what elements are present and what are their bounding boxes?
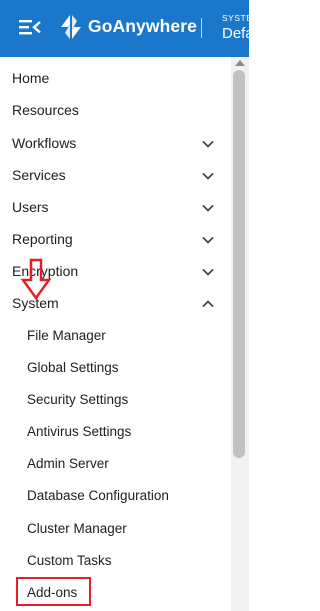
sidebar-item-services[interactable]: Services <box>0 160 231 192</box>
sidebar-subitem-label: Custom Tasks <box>27 553 112 568</box>
sidebar-item-label: Services <box>12 167 66 183</box>
add-ons-highlight-box <box>16 577 91 606</box>
sidebar-item-workflows[interactable]: Workflows <box>0 128 231 160</box>
sidebar-subitem-database-configuration[interactable]: Database Configuration <box>0 481 231 513</box>
red-down-arrow-icon <box>20 258 52 300</box>
sidebar-item-label: Home <box>12 70 50 86</box>
sidebar-item-label: Resources <box>12 102 79 118</box>
sidebar-subitem-antivirus-settings[interactable]: Antivirus Settings <box>0 417 231 449</box>
scroll-up-arrow-icon[interactable] <box>235 60 245 66</box>
sidebar-subitem-global-settings[interactable]: Global Settings <box>0 353 231 385</box>
chevron-down-icon <box>202 268 214 276</box>
sidebar-subitem-label: Database Configuration <box>27 488 169 503</box>
sidebar-subitem-label: Global Settings <box>27 360 119 375</box>
sidebar-subitem-label: Antivirus Settings <box>27 424 132 439</box>
context-value[interactable]: Defa <box>222 25 254 42</box>
sidebar-subitem-custom-tasks[interactable]: Custom Tasks <box>0 546 231 578</box>
context-label: SYSTE <box>222 13 253 23</box>
menu-collapse-icon[interactable] <box>19 18 41 36</box>
sidebar-nav: Home Resources Workflows Services Users … <box>0 57 231 611</box>
sidebar-subitem-admin-server[interactable]: Admin Server <box>0 449 231 481</box>
header-divider <box>201 18 202 38</box>
chevron-down-icon <box>202 236 214 244</box>
sidebar-subitem-label: Security Settings <box>27 392 129 407</box>
sidebar-subitem-security-settings[interactable]: Security Settings <box>0 385 231 417</box>
goanywhere-logo-icon[interactable] <box>59 14 83 40</box>
sidebar-subitem-file-manager[interactable]: File Manager <box>0 321 231 353</box>
chevron-down-icon <box>202 204 214 212</box>
sidebar-item-users[interactable]: Users <box>0 192 231 224</box>
sidebar-item-label: Reporting <box>12 231 73 247</box>
sidebar-item-resources[interactable]: Resources <box>0 95 231 127</box>
sidebar-item-label: Workflows <box>12 135 77 151</box>
brand-name[interactable]: GoAnywhere <box>88 16 197 37</box>
chevron-down-icon <box>202 172 214 180</box>
sidebar-item-label: Users <box>12 199 49 215</box>
sidebar-subitem-cluster-manager[interactable]: Cluster Manager <box>0 514 231 546</box>
app-header: GoAnywhere SYSTE Defa <box>0 0 254 57</box>
sidebar-subitem-label: File Manager <box>27 328 106 343</box>
sidebar-scrollbar-thumb[interactable] <box>233 70 245 458</box>
sidebar-subitem-label: Admin Server <box>27 456 109 471</box>
sidebar-item-reporting[interactable]: Reporting <box>0 224 231 256</box>
sidebar-subitem-label: Cluster Manager <box>27 521 127 536</box>
sidebar-item-home[interactable]: Home <box>0 63 231 95</box>
chevron-down-icon <box>202 140 214 148</box>
chevron-up-icon <box>202 300 214 308</box>
